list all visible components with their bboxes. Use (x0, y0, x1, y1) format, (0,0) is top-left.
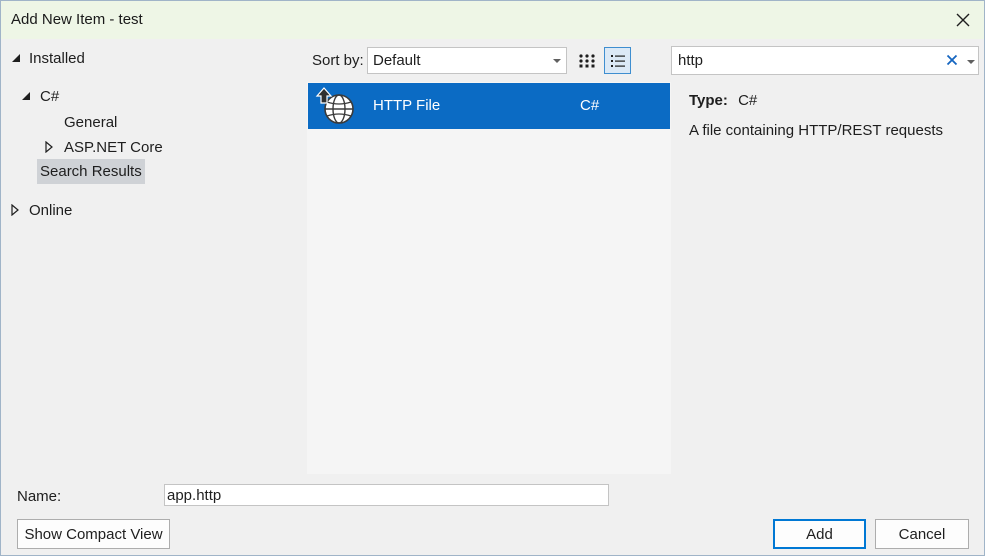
list-view-icon (610, 54, 625, 67)
compact-view-label: Show Compact View (24, 525, 163, 543)
tree-node-csharp[interactable]: C# (21, 85, 59, 107)
close-icon (956, 13, 970, 27)
name-label: Name: (17, 488, 62, 505)
http-file-icon (315, 87, 354, 124)
search-box (671, 46, 979, 75)
tree-label-aspnet-core: ASP.NET Core (64, 138, 163, 156)
detail-type: Type: C# (689, 92, 757, 109)
tree-label-installed: Installed (29, 49, 85, 67)
tree-node-aspnet-core[interactable]: ASP.NET Core (45, 136, 163, 158)
collapsed-arrow-icon (11, 204, 19, 216)
close-button[interactable] (948, 5, 978, 35)
expanded-arrow-icon (12, 54, 20, 62)
small-icons-view-button[interactable] (573, 47, 600, 74)
tree-label-csharp: C# (40, 87, 60, 105)
chevron-down-icon (553, 59, 561, 63)
list-view-button[interactable] (604, 47, 631, 74)
template-item-http-file[interactable]: HTTP File C# (308, 83, 670, 129)
tree-node-search-results[interactable]: Search Results (37, 159, 145, 184)
cancel-label: Cancel (898, 525, 946, 543)
add-new-item-dialog: Add New Item - test Installed C# General… (0, 0, 985, 556)
tree-node-installed[interactable]: Installed (11, 47, 85, 69)
detail-type-label: Type: (689, 92, 728, 109)
add-label: Add (806, 525, 833, 543)
name-input[interactable] (164, 484, 609, 506)
collapsed-arrow-icon (45, 141, 53, 153)
template-list (307, 82, 671, 474)
detail-description: A file containing HTTP/REST requests (689, 122, 944, 139)
cancel-button[interactable]: Cancel (875, 519, 969, 549)
tree-label-online: Online (29, 201, 73, 219)
search-history-dropdown-icon[interactable] (967, 60, 975, 64)
template-name: HTTP File (373, 97, 441, 114)
add-button[interactable]: Add (773, 519, 866, 549)
sort-by-dropdown[interactable]: Default (367, 47, 567, 74)
tree-node-general[interactable]: General (64, 111, 117, 133)
expanded-arrow-icon (22, 92, 30, 100)
clear-search-icon[interactable] (946, 54, 958, 66)
tree-label-general: General (64, 113, 118, 131)
tree-label-search-results: Search Results (40, 163, 142, 180)
title-bar: Add New Item - test (1, 1, 984, 39)
search-input[interactable] (672, 47, 942, 74)
detail-type-value: C# (738, 92, 758, 109)
grid-view-icon (578, 53, 595, 67)
tree-node-online[interactable]: Online (11, 199, 72, 221)
show-compact-view-button[interactable]: Show Compact View (17, 519, 170, 549)
sort-by-value: Default (373, 52, 421, 69)
sort-by-label: Sort by: (312, 52, 364, 69)
template-language: C# (580, 97, 600, 114)
dialog-title: Add New Item - test (11, 11, 143, 28)
